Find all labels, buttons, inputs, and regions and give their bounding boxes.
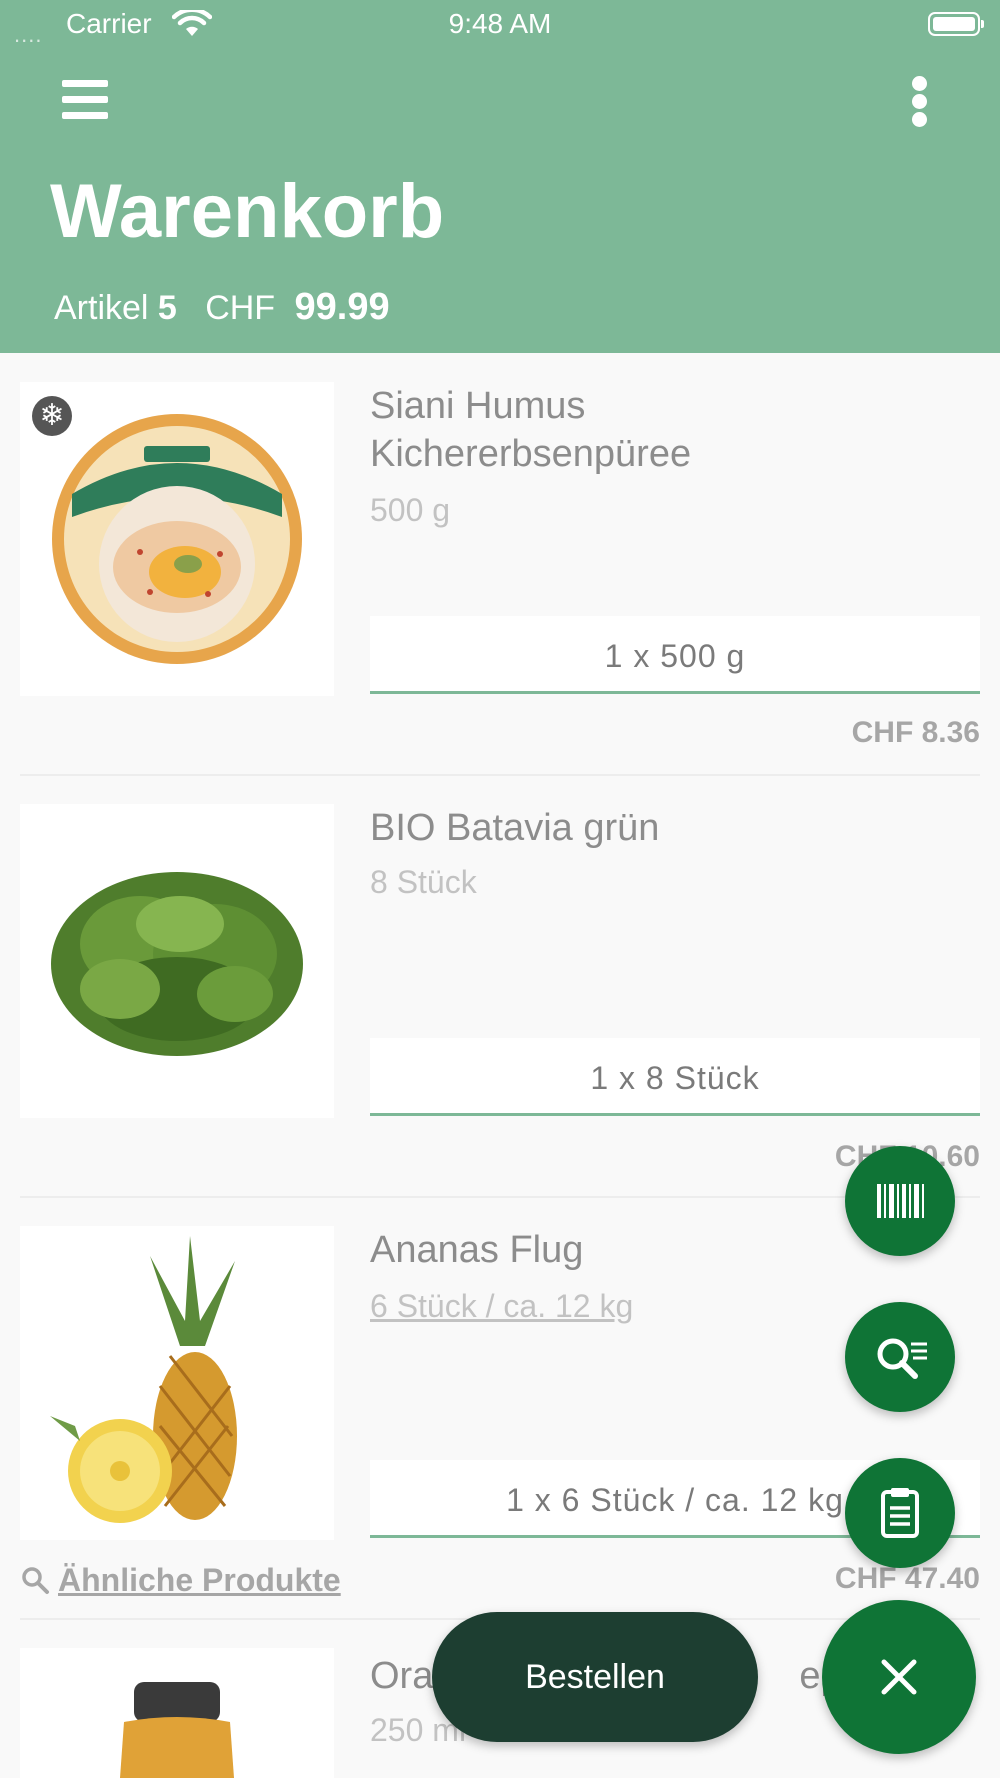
barcode-icon [877, 1184, 924, 1218]
juice-bottle-image [120, 1682, 234, 1778]
similar-products-label: Ähnliche Produkte [58, 1562, 341, 1598]
currency-label: CHF [205, 289, 276, 327]
articles-label: Artikel [54, 289, 149, 327]
unit-link[interactable]: 6 Stück / ca. 12 kg [370, 1288, 633, 1325]
lettuce-image [51, 872, 303, 1056]
clipboard-icon [881, 1488, 919, 1538]
close-fab-button[interactable] [822, 1600, 976, 1754]
app-header: .... Carrier 9:48 AM Warenkorb Artikel 5… [0, 0, 1000, 353]
quantity-field[interactable]: 1 x 500 g [370, 616, 980, 694]
clock: 9:48 AM [448, 8, 552, 39]
pineapple-image [50, 1236, 237, 1523]
clipboard-button[interactable] [845, 1458, 955, 1568]
product-image-pineapple[interactable] [20, 1226, 334, 1540]
barcode-scan-button[interactable] [845, 1146, 955, 1256]
similar-products-link[interactable]: Ähnliche Produkte [20, 1562, 341, 1599]
item-unit: 8 Stück [370, 864, 477, 900]
item-name-line1: Siani Humus [370, 385, 586, 427]
item-name-line2: Kichererbsenpüree [370, 433, 692, 475]
product-image-batavia[interactable] [20, 804, 334, 1118]
divider [20, 1196, 980, 1198]
search-icon [22, 1567, 49, 1594]
search-list-button[interactable] [845, 1302, 955, 1412]
order-button[interactable]: Bestellen [432, 1612, 758, 1742]
item-unit: 500 g [370, 492, 451, 528]
frozen-snowflake-icon: ❄ [32, 396, 72, 436]
item-price: CHF 8.36 [851, 716, 980, 749]
product-image-juice[interactable] [20, 1648, 334, 1778]
cart-total: 99.99 [294, 286, 390, 328]
page-title: Warenkorb [50, 169, 445, 254]
close-icon [881, 1659, 917, 1695]
item-name-line1: Ora [370, 1655, 434, 1697]
item-name[interactable]: BIO Batavia grün [370, 804, 659, 852]
hamburger-menu-icon[interactable] [62, 80, 108, 120]
cart-summary: Artikel 5 CHF 99.99 [54, 286, 390, 329]
divider [20, 774, 980, 776]
more-options-icon[interactable] [905, 74, 935, 130]
item-name[interactable]: Siani Humus Kichererbsenpüree [370, 382, 691, 478]
battery-icon [928, 12, 984, 36]
search-list-icon [877, 1338, 927, 1379]
status-bar: .... Carrier 9:48 AM [0, 0, 1000, 48]
quantity-field[interactable]: 1 x 8 Stück [370, 1038, 980, 1116]
item-name[interactable]: Ananas Flug [370, 1226, 583, 1274]
articles-count: 5 [157, 289, 177, 327]
